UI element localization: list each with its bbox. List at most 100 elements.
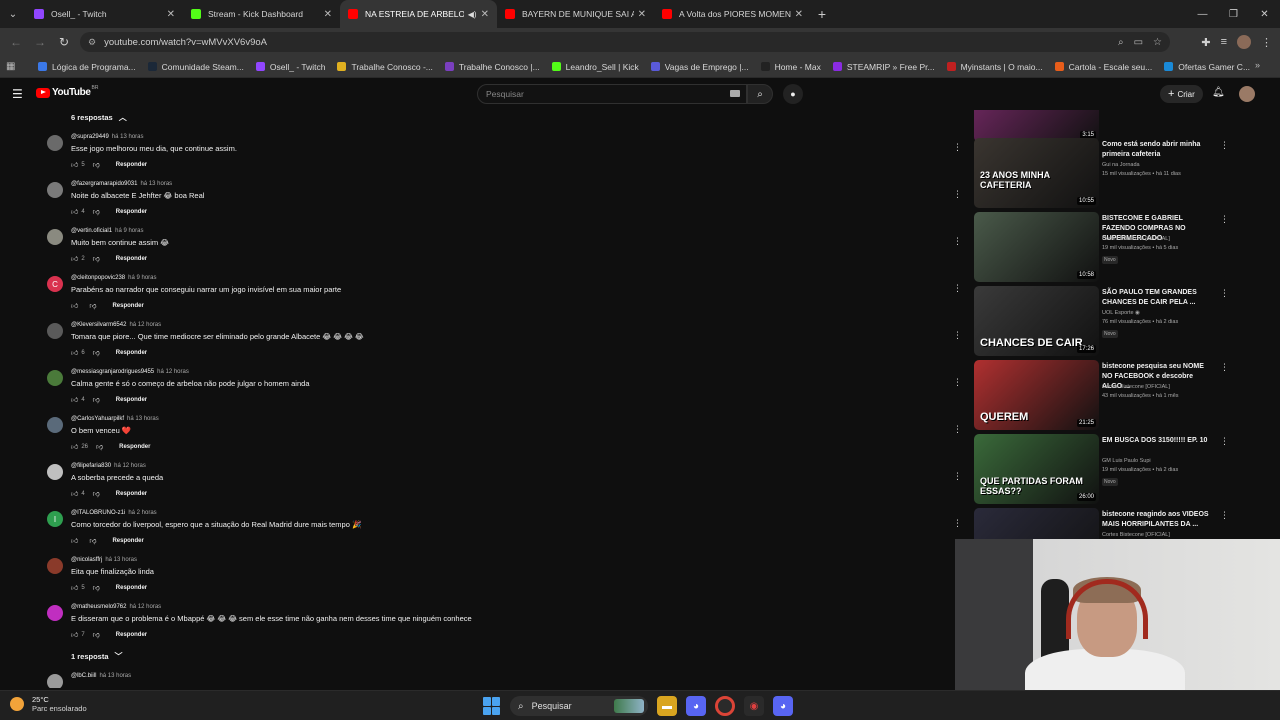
comment-time[interactable]: há 13 horas (140, 181, 172, 187)
video-menu-icon[interactable]: ⋮ (1220, 288, 1229, 299)
windows-start-icon[interactable] (483, 697, 501, 715)
comment-time[interactable]: há 13 horas (127, 416, 159, 422)
browser-menu-icon[interactable]: ⋮ (1261, 36, 1272, 49)
video-channel[interactable]: UOL Esporte ◉ (1102, 310, 1140, 316)
author-handle[interactable]: @fazergramarapido9031 (71, 181, 137, 187)
bookmark-item[interactable]: Myinstants | O maio... (946, 62, 1043, 72)
comment-menu-icon[interactable]: ⋮ (953, 142, 960, 153)
account-avatar[interactable] (1239, 86, 1255, 102)
discord-icon[interactable]: ◕ (686, 696, 706, 716)
comment-avatar[interactable] (47, 674, 63, 688)
close-tab-icon[interactable]: ✕ (638, 9, 646, 20)
video-channel[interactable]: Cortes Bistecone [OFICIAL] (1102, 236, 1170, 242)
video-thumbnail[interactable]: QUE PARTIDAS FORAM ESSAS?? 26:00 (974, 434, 1099, 504)
reply-button[interactable]: Responder (119, 444, 150, 450)
video-title[interactable]: EM BUSCA DOS 3150!!!!! EP. 10 (1102, 436, 1214, 446)
recommended-video[interactable]: QUEREM 21:25 bistecone pesquisa seu NOME N… (974, 360, 1274, 430)
video-thumbnail[interactable]: REACT (974, 508, 1099, 540)
dislike-icon[interactable]: 👎︎ (93, 630, 100, 639)
comment-time[interactable]: há 12 horas (129, 604, 161, 610)
video-menu-icon[interactable]: ⋮ (1220, 214, 1229, 225)
dislike-icon[interactable]: 👎︎ (93, 489, 100, 498)
author-handle[interactable]: @lbC.biill (71, 673, 96, 679)
weather-widget[interactable]: 25°C Parc ensolarado (10, 695, 87, 713)
dislike-icon[interactable]: 👎︎ (93, 254, 100, 263)
replies-toggle[interactable]: 6 respostas ︿ (71, 112, 127, 123)
back-icon[interactable]: ← (4, 30, 28, 54)
recommended-video[interactable]: REACTbistecone reagindo aos VIDEOS MAIS … (974, 508, 1274, 540)
reply-button[interactable]: Responder (116, 397, 147, 403)
reply-button[interactable]: Responder (112, 538, 143, 544)
tab-search-menu-icon[interactable]: ⌄ (0, 0, 26, 28)
comment-avatar[interactable] (47, 558, 63, 574)
speaker-icon[interactable]: ◀) (468, 10, 477, 19)
reply-button[interactable]: Responder (116, 256, 147, 262)
comment-menu-icon[interactable]: ⋮ (953, 283, 960, 294)
author-handle[interactable]: @vertin.oficial1 (71, 228, 112, 234)
video-menu-icon[interactable]: ⋮ (1220, 140, 1229, 151)
video-menu-icon[interactable]: ⋮ (1220, 362, 1229, 373)
bookmark-item[interactable]: Comunidade Steam... (147, 62, 244, 72)
like-icon[interactable]: 👍︎ (71, 395, 78, 404)
reply-button[interactable]: Responder (116, 350, 147, 356)
video-thumbnail[interactable]: 10:58 (974, 212, 1099, 282)
replies-toggle-bottom[interactable]: 1 resposta ﹀ (71, 651, 123, 662)
address-bar[interactable]: ⚙ youtube.com/watch?v=wMVvXV6v9oA ⌕ ▭ ☆ (80, 32, 1170, 52)
comment-time[interactable]: há 9 horas (115, 228, 143, 234)
comment-avatar[interactable]: C (47, 276, 63, 292)
recommended-video[interactable]: 10:58 BISTECONE E GABRIEL FAZENDO COMPRAS… (974, 212, 1274, 282)
browser-tab[interactable]: BAYERN DE MUNIQUE SAI ATRÁ ✕ (497, 0, 654, 28)
video-channel[interactable]: Cortes Bistecone [OFICIAL] (1102, 532, 1170, 538)
recommended-video[interactable]: 23 ANOS MINHA CAFETERIA 10:55 Como está se… (974, 138, 1274, 208)
comment-avatar[interactable] (47, 370, 63, 386)
close-tab-icon[interactable]: ✕ (324, 9, 332, 20)
recommended-video[interactable]: QUE PARTIDAS FORAM ESSAS?? 26:00 EM BUSCA … (974, 434, 1274, 504)
video-channel[interactable]: Gui na Jornada (1102, 162, 1140, 168)
dislike-icon[interactable]: 👎︎ (89, 301, 96, 310)
author-handle[interactable]: @nicolasffrj (71, 557, 102, 563)
create-button[interactable]: + Criar (1160, 85, 1203, 103)
comment-time[interactable]: há 2 horas (128, 510, 156, 516)
obs-icon[interactable]: ◉ (744, 696, 764, 716)
reply-button[interactable]: Responder (112, 303, 143, 309)
browser-tab[interactable]: A Volta dos PIORES MOMENTO ✕ (654, 0, 811, 28)
forward-icon[interactable]: → (28, 30, 52, 54)
dislike-icon[interactable]: 👎︎ (93, 395, 100, 404)
author-handle[interactable]: @filipefaria830 (71, 463, 111, 469)
voice-search-button[interactable]: ● (783, 84, 803, 104)
dislike-icon[interactable]: 👎︎ (93, 583, 100, 592)
dislike-icon[interactable]: 👎︎ (93, 207, 100, 216)
comment-avatar[interactable] (47, 323, 63, 339)
file-explorer-icon[interactable]: ▬ (657, 696, 677, 716)
comment-menu-icon[interactable]: ⋮ (953, 518, 960, 529)
comment-avatar[interactable] (47, 229, 63, 245)
media-icon[interactable]: ≡ (1221, 36, 1227, 48)
like-icon[interactable]: 👍︎ (71, 536, 78, 545)
author-handle[interactable]: @ITALOBRUNO-z1i (71, 510, 125, 516)
cast-icon[interactable]: ▭ (1134, 37, 1143, 48)
reply-button[interactable]: Responder (116, 585, 147, 591)
video-menu-icon[interactable]: ⋮ (1220, 510, 1229, 521)
author-handle[interactable]: @messiasgranjarodrigues9455 (71, 369, 154, 375)
close-tab-icon[interactable]: ✕ (167, 9, 175, 20)
search-input[interactable]: Pesquisar (477, 84, 747, 104)
comment-menu-icon[interactable]: ⋮ (953, 424, 960, 435)
author-handle[interactable]: @cleitonpopovic238 (71, 275, 125, 281)
restore-icon[interactable]: ❐ (1218, 0, 1249, 28)
comment-menu-icon[interactable]: ⋮ (953, 471, 960, 482)
extensions-icon[interactable]: ✚ (1201, 36, 1210, 49)
comment-time[interactable]: há 12 horas (157, 369, 189, 375)
reply-button[interactable]: Responder (116, 162, 147, 168)
comment-time[interactable]: há 12 horas (129, 322, 161, 328)
like-icon[interactable]: 👍︎ (71, 301, 78, 310)
notifications-bell-icon[interactable]: 🔔︎ (1212, 87, 1225, 98)
comment-time[interactable]: há 13 horas (105, 557, 137, 563)
video-thumbnail[interactable]: QUEREM 21:25 (974, 360, 1099, 430)
reply-button[interactable]: Responder (116, 209, 147, 215)
video-thumbnail[interactable]: CHANCES DE CAIR 17:26 (974, 286, 1099, 356)
author-handle[interactable]: @supra29449 (71, 134, 109, 140)
close-tab-icon[interactable]: ✕ (795, 9, 803, 20)
bookmark-item[interactable]: Cartola - Escale seu... (1054, 62, 1152, 72)
video-channel[interactable]: Cortes Bistecone [OFICIAL] (1102, 384, 1170, 390)
browser-tab[interactable]: Stream - Kick Dashboard ✕ (183, 0, 340, 28)
